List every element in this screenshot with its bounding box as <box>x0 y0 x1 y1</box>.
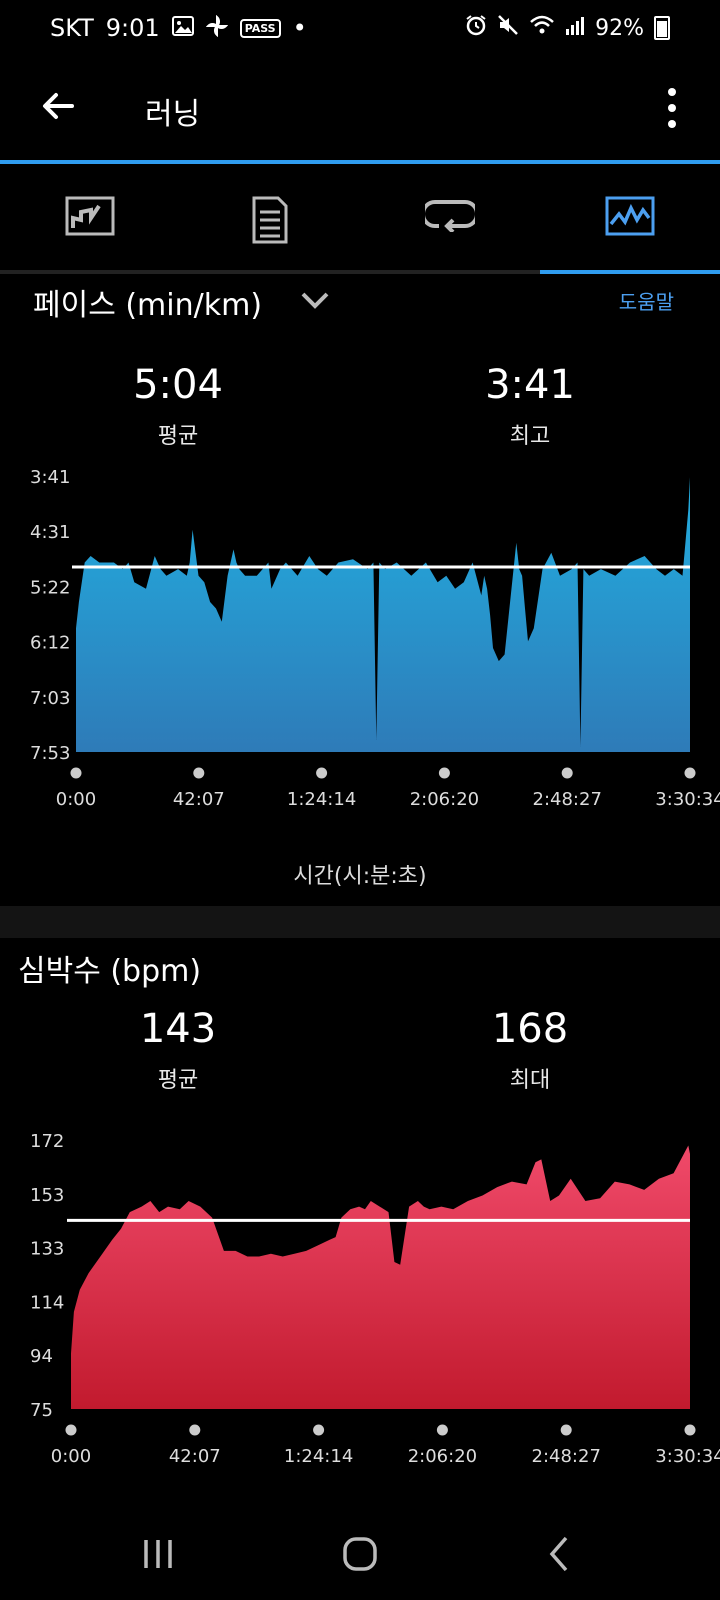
hr-x-tick-dot <box>189 1424 201 1436</box>
pace-best-value: 3:41 <box>485 362 575 408</box>
hr-x-tick-label: 0:00 <box>51 1446 91 1464</box>
hr-y-tick-label: 94 <box>30 1346 53 1367</box>
hr-chart: 172 153 133 114 94 75 0:00 42:07 1:24:14 2:06:20 2… <box>30 1131 720 1464</box>
pace-average-value: 5:04 <box>133 362 223 408</box>
pace-x-tick-label: 3:30:34 <box>655 789 720 810</box>
time-axis-caption: 시간(시:분:초) <box>293 864 427 889</box>
help-link[interactable]: 도움말 <box>619 286 674 315</box>
pinwheel-icon <box>205 14 228 42</box>
pace-x-tick-label: 2:06:20 <box>410 789 479 810</box>
page-title: 러닝 <box>145 97 201 132</box>
nav-back-icon[interactable] <box>530 1524 590 1584</box>
notification-dot: • <box>292 14 307 42</box>
pace-x-tick-label: 1:24:14 <box>287 789 356 810</box>
pace-x-tick-dot <box>316 767 328 779</box>
pace-y-tick-label: 3:41 <box>30 467 70 488</box>
battery-level: 92% <box>595 15 644 41</box>
pace-x-tick-label: 0:00 <box>56 789 96 810</box>
hr-area-series <box>71 1145 690 1409</box>
pace-x-tick-dot <box>684 767 696 779</box>
tab-laps[interactable] <box>360 164 540 274</box>
hr-title: 심박수 (bpm) <box>18 954 202 989</box>
alarm-icon <box>465 14 487 42</box>
pace-y-tick-label: 4:31 <box>30 522 70 543</box>
pace-y-tick-label: 7:03 <box>30 688 70 709</box>
pace-x-tick-dot <box>561 767 573 779</box>
hr-y-tick-label: 75 <box>30 1400 53 1421</box>
hr-max-value: 168 <box>491 1006 569 1052</box>
pace-x-tick-dot <box>70 767 82 779</box>
hr-y-tick-label: 114 <box>30 1292 64 1313</box>
hr-x-tick-label: 2:48:27 <box>532 1446 601 1464</box>
pace-y-tick-label: 7:53 <box>30 743 70 764</box>
pace-title: 페이스 (min/km) <box>33 288 263 323</box>
map-icon <box>65 196 115 236</box>
hr-x-tick-dot <box>684 1424 696 1436</box>
pace-x-tick-label: 42:07 <box>173 789 225 810</box>
more-vertical-icon[interactable] <box>666 88 678 128</box>
hr-y-tick-label: 133 <box>30 1239 64 1260</box>
chart-icon <box>605 196 655 236</box>
battery-icon <box>654 16 670 40</box>
pace-x-tick-dot <box>193 767 205 779</box>
home-icon[interactable] <box>330 1524 390 1584</box>
hr-y-tick-label: 172 <box>30 1131 64 1152</box>
signal-icon <box>565 15 585 41</box>
tab-charts[interactable] <box>540 164 720 274</box>
hr-x-tick-label: 3:30:34 <box>655 1446 720 1464</box>
hr-y-tick-label: 153 <box>30 1185 64 1206</box>
pace-chart: 3:41 4:31 5:22 6:12 7:03 7:53 0:00 42:07 1:24:14… <box>30 467 720 810</box>
section-divider <box>0 906 720 938</box>
hr-x-tick-dot <box>65 1424 77 1436</box>
pace-x-tick-label: 2:48:27 <box>533 789 602 810</box>
hr-x-tick-label: 42:07 <box>169 1446 221 1464</box>
image-icon <box>171 15 194 41</box>
pace-y-tick-label: 5:22 <box>30 577 70 598</box>
recents-icon[interactable] <box>128 1524 188 1584</box>
wifi-icon <box>529 14 555 42</box>
carrier: SKT <box>50 14 94 42</box>
arrow-left-icon[interactable] <box>38 86 78 126</box>
status-bar: SKT 9:01 PASS • 92% <box>0 0 720 64</box>
pace-best-label: 최고 <box>509 424 551 449</box>
clock: 9:01 <box>105 14 160 42</box>
pace-y-tick-label: 6:12 <box>30 633 70 654</box>
mute-icon <box>497 14 519 42</box>
tab-summary[interactable] <box>180 164 360 274</box>
hr-average-value: 143 <box>139 1006 217 1052</box>
pass-icon: PASS <box>239 18 281 38</box>
app-bar: 러닝 <box>0 64 720 160</box>
hr-max-label: 최대 <box>509 1068 551 1093</box>
laps-icon <box>425 200 475 232</box>
tab-bar <box>0 164 720 274</box>
hr-x-tick-label: 2:06:20 <box>408 1446 477 1464</box>
system-nav-bar <box>0 1510 720 1600</box>
tab-map[interactable] <box>0 164 180 274</box>
document-icon <box>252 196 288 244</box>
tab-active-indicator <box>540 270 720 274</box>
hr-x-tick-dot <box>313 1424 325 1436</box>
hr-average-label: 평균 <box>157 1068 199 1093</box>
hr-x-tick-dot <box>560 1424 572 1436</box>
pace-average-label: 평균 <box>157 424 199 449</box>
pace-x-tick-dot <box>438 767 450 779</box>
hr-x-tick-label: 1:24:14 <box>284 1446 353 1464</box>
hr-x-tick-dot <box>436 1424 448 1436</box>
pace-area-series <box>76 477 690 752</box>
chevron-down-icon[interactable] <box>300 290 330 310</box>
